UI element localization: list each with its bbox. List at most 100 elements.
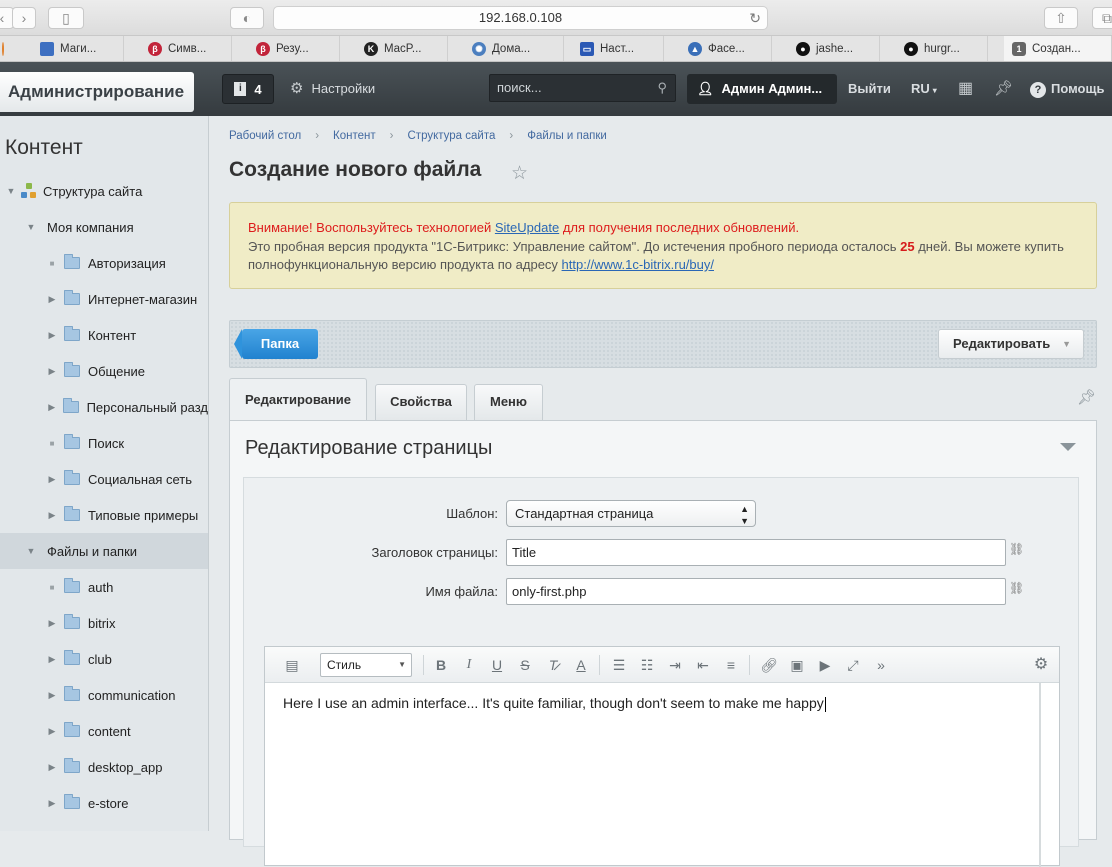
sidebar-item-folder-communication[interactable]: ▶ communication: [0, 677, 208, 713]
bookmark-item[interactable]: β Резу...: [248, 36, 340, 61]
siteupdate-link[interactable]: SiteUpdate: [495, 220, 559, 235]
align-icon[interactable]: ≡: [721, 655, 741, 675]
sidebar-item-site-structure[interactable]: ▼ Структура сайта: [0, 173, 208, 209]
image-icon[interactable]: ▣: [787, 655, 807, 675]
outdent-icon[interactable]: ⇤: [693, 655, 713, 675]
bookmark-item[interactable]: K MacP...: [356, 36, 448, 61]
admin-title[interactable]: Администрирование: [0, 72, 194, 112]
sidebar-item-folder-desktop-app[interactable]: ▶ desktop_app: [0, 749, 208, 785]
ordered-list-icon[interactable]: ☰: [609, 655, 629, 675]
bookmark-item[interactable]: ● hurgr...: [896, 36, 988, 61]
underline-icon[interactable]: U: [487, 655, 507, 675]
sidebar-item-folder-club[interactable]: ▶ club: [0, 641, 208, 677]
expand-arrow-icon[interactable]: ▶: [46, 294, 58, 305]
expand-arrow-icon[interactable]: ▶: [46, 474, 58, 485]
tab-menu[interactable]: Меню: [474, 384, 543, 420]
sidebar-item-examples[interactable]: ▶ Типовые примеры: [0, 497, 208, 533]
sidebar-item-folder-estore[interactable]: ▶ e-store: [0, 785, 208, 821]
tab-properties[interactable]: Свойства: [375, 384, 467, 420]
bookmark-item-active[interactable]: 1 Создан...: [1004, 36, 1112, 61]
bookmark-overflow[interactable]: [0, 36, 4, 61]
expand-arrow-icon[interactable]: ▶: [46, 654, 58, 665]
sidebar-item-eshop[interactable]: ▶ Интернет-магазин: [0, 281, 208, 317]
breadcrumb-link[interactable]: Файлы и папки: [527, 130, 607, 142]
clear-format-icon[interactable]: T̷: [543, 655, 563, 675]
sidebar-item-content[interactable]: ▶ Контент: [0, 317, 208, 353]
reload-icon[interactable]: ↻: [749, 7, 761, 29]
style-select[interactable]: Стиль ▼: [320, 653, 412, 677]
expand-arrow-icon[interactable]: ▶: [46, 762, 58, 773]
expand-arrow-icon[interactable]: ▼: [25, 546, 37, 556]
bookmark-item[interactable]: ▭ Наст...: [572, 36, 664, 61]
notifications-button[interactable]: i 4: [222, 74, 274, 104]
admin-search-input[interactable]: поиск... ⚲: [489, 74, 676, 102]
bold-icon[interactable]: B: [431, 655, 451, 675]
sidebar-item-folder-bitrix[interactable]: ▶ bitrix: [0, 605, 208, 641]
sidebar-item-personal[interactable]: ▶ Персональный разд: [0, 389, 208, 425]
help-link[interactable]: ? Помощь: [1030, 74, 1104, 104]
text-color-icon[interactable]: A: [571, 655, 591, 675]
bookmark-item[interactable]: β Симв...: [140, 36, 232, 61]
strikethrough-icon[interactable]: S: [515, 655, 535, 675]
indent-icon[interactable]: ⇥: [665, 655, 685, 675]
pin-icon[interactable]: 📌︎: [1077, 388, 1096, 406]
filename-input[interactable]: only-first.php: [506, 578, 1006, 605]
breadcrumb-link[interactable]: Рабочий стол: [229, 130, 301, 142]
link-chain-icon[interactable]: ⛓: [1009, 581, 1024, 595]
bookmark-item[interactable]: ● jashe...: [788, 36, 880, 61]
expand-arrow-icon[interactable]: ▼: [25, 222, 37, 232]
expand-arrow-icon[interactable]: ▶: [46, 690, 58, 701]
breadcrumb-link[interactable]: Контент: [333, 130, 376, 142]
view-mode-icon[interactable]: ▤: [281, 655, 303, 675]
link-chain-icon[interactable]: ⛓: [1009, 542, 1024, 556]
italic-icon[interactable]: I: [459, 655, 479, 675]
expand-arrow-icon[interactable]: ▶: [46, 798, 58, 809]
sidebar-item-social[interactable]: ▶ Социальная сеть: [0, 461, 208, 497]
expand-arrow-icon[interactable]: ▶: [46, 726, 58, 737]
settings-link[interactable]: ⚙ Настройки: [290, 74, 375, 104]
breadcrumb-link[interactable]: Структура сайта: [408, 130, 496, 142]
bookmark-item[interactable]: ▲ Фасе...: [680, 36, 772, 61]
template-select[interactable]: Стандартная страница ▲ ▼: [506, 500, 756, 527]
sidebar-item-search[interactable]: ■ Поиск: [0, 425, 208, 461]
sidebar-item-folder-content[interactable]: ▶ content: [0, 713, 208, 749]
sidebar-item-communication[interactable]: ▶ Общение: [0, 353, 208, 389]
gear-icon[interactable]: ⚙: [1031, 655, 1051, 675]
page-title-input[interactable]: Title: [506, 539, 1006, 566]
user-menu-button[interactable]: 👤︎ Админ Админ...: [687, 74, 837, 104]
editor-scrollbar[interactable]: [1039, 683, 1041, 867]
sidebar-item-folder-auth[interactable]: ■ auth: [0, 569, 208, 605]
logout-link[interactable]: Выйти: [848, 74, 891, 104]
tab-editing[interactable]: Редактирование: [229, 378, 367, 421]
link-icon[interactable]: 🔗︎: [759, 655, 779, 675]
bookmark-item[interactable]: ✺ Дома...: [464, 36, 564, 61]
forward-button[interactable]: ›: [12, 7, 36, 29]
url-field[interactable]: 192.168.0.108 ↻: [273, 6, 768, 30]
sidebar-item-files-folders[interactable]: ▼ Файлы и папки: [0, 533, 208, 569]
sidebar-item-my-company[interactable]: ▼ Моя компания: [0, 209, 208, 245]
fullscreen-icon[interactable]: ⤢: [843, 655, 863, 675]
share-button[interactable]: ⇧: [1044, 7, 1078, 29]
expand-arrow-icon[interactable]: ▶: [46, 366, 58, 377]
expand-arrow-icon[interactable]: ▶: [46, 330, 58, 341]
expand-arrow-icon[interactable]: ▼: [5, 186, 17, 196]
more-icon[interactable]: »: [871, 655, 891, 675]
buy-link[interactable]: http://www.1c-bitrix.ru/buy/: [562, 257, 714, 272]
folder-button[interactable]: Папка: [234, 329, 318, 359]
expand-arrow-icon[interactable]: ▶: [46, 510, 58, 521]
edit-dropdown-button[interactable]: Редактировать ▼: [938, 329, 1084, 359]
pin-icon[interactable]: 📌︎: [994, 74, 1013, 104]
search-icon[interactable]: ⚲: [657, 75, 667, 101]
tabs-overview-button[interactable]: ⧉: [1092, 7, 1112, 29]
bullet-list-icon[interactable]: ☷: [637, 655, 657, 675]
video-icon[interactable]: ▶: [815, 655, 835, 675]
language-select[interactable]: RU ▾: [911, 74, 937, 104]
keyboard-icon[interactable]: ▦: [958, 74, 973, 104]
bookmark-item[interactable]: Маги...: [32, 36, 124, 61]
editor-content[interactable]: Here I use an admin interface... It's qu…: [283, 695, 826, 712]
expand-arrow-icon[interactable]: ▶: [46, 618, 58, 629]
expand-arrow-icon[interactable]: ▶: [46, 402, 57, 413]
sidebar-toggle-button[interactable]: ▯: [48, 7, 84, 29]
privacy-shield-button[interactable]: ◐: [230, 7, 264, 29]
collapse-caret-icon[interactable]: [1060, 443, 1076, 451]
